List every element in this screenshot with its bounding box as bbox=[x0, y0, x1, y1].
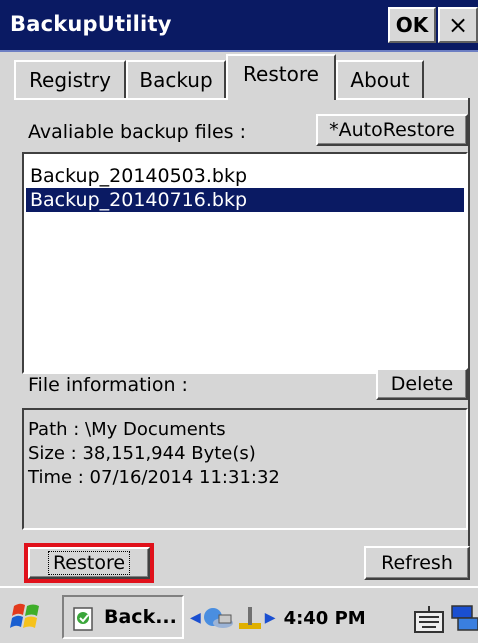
taskbar-app-label: Back... bbox=[104, 606, 177, 628]
refresh-button[interactable]: Refresh bbox=[364, 546, 470, 580]
tab-panel-edge bbox=[468, 98, 470, 568]
close-button[interactable]: × bbox=[438, 7, 478, 43]
tab-registry[interactable]: Registry bbox=[14, 60, 126, 98]
tab-backup[interactable]: Backup bbox=[126, 60, 226, 98]
file-size-text: Size : 38,151,944 Byte(s) bbox=[28, 443, 256, 464]
window-title: BackupUtility bbox=[10, 12, 172, 36]
close-icon: × bbox=[447, 11, 469, 39]
keyboard-icon bbox=[414, 606, 444, 633]
network-icon[interactable] bbox=[201, 603, 235, 633]
start-button[interactable] bbox=[6, 596, 54, 636]
tray-left-arrow-icon[interactable]: ◀ bbox=[190, 610, 201, 626]
clock[interactable]: 4:40 PM bbox=[284, 608, 366, 629]
ok-button[interactable]: OK bbox=[388, 7, 436, 43]
system-tray: ◀ ▶ 4:40 PM bbox=[190, 600, 390, 636]
connection-icon[interactable] bbox=[235, 603, 265, 633]
file-info-box: Path : \My Documents Size : 38,151,944 B… bbox=[22, 408, 468, 530]
file-path-text: Path : \My Documents bbox=[28, 419, 226, 440]
file-list-item-selected[interactable]: Backup_20140716.bkp bbox=[26, 188, 464, 212]
start-flag-icon bbox=[10, 603, 39, 628]
backup-file-list[interactable]: Backup_20140503.bkp Backup_20140716.bkp bbox=[22, 152, 468, 374]
desktop-icon bbox=[451, 605, 478, 631]
available-files-label: Avaliable backup files : bbox=[28, 121, 247, 143]
keyboard-button[interactable] bbox=[412, 600, 446, 636]
tray-right-arrow-icon[interactable]: ▶ bbox=[265, 610, 276, 626]
tab-restore[interactable]: Restore bbox=[226, 54, 336, 100]
tab-about[interactable]: About bbox=[336, 60, 424, 98]
autorestore-button[interactable]: *AutoRestore bbox=[316, 114, 468, 146]
highlight-outline bbox=[24, 543, 154, 583]
delete-button[interactable]: Delete bbox=[376, 368, 468, 400]
file-time-text: Time : 07/16/2014 11:31:32 bbox=[28, 467, 280, 488]
desktop-button[interactable] bbox=[448, 600, 478, 636]
taskbar-app-backup[interactable]: Back... bbox=[62, 595, 184, 639]
app-backup-icon bbox=[73, 607, 93, 631]
file-info-label: File information : bbox=[28, 374, 188, 396]
file-list-item[interactable]: Backup_20140503.bkp bbox=[26, 164, 464, 188]
